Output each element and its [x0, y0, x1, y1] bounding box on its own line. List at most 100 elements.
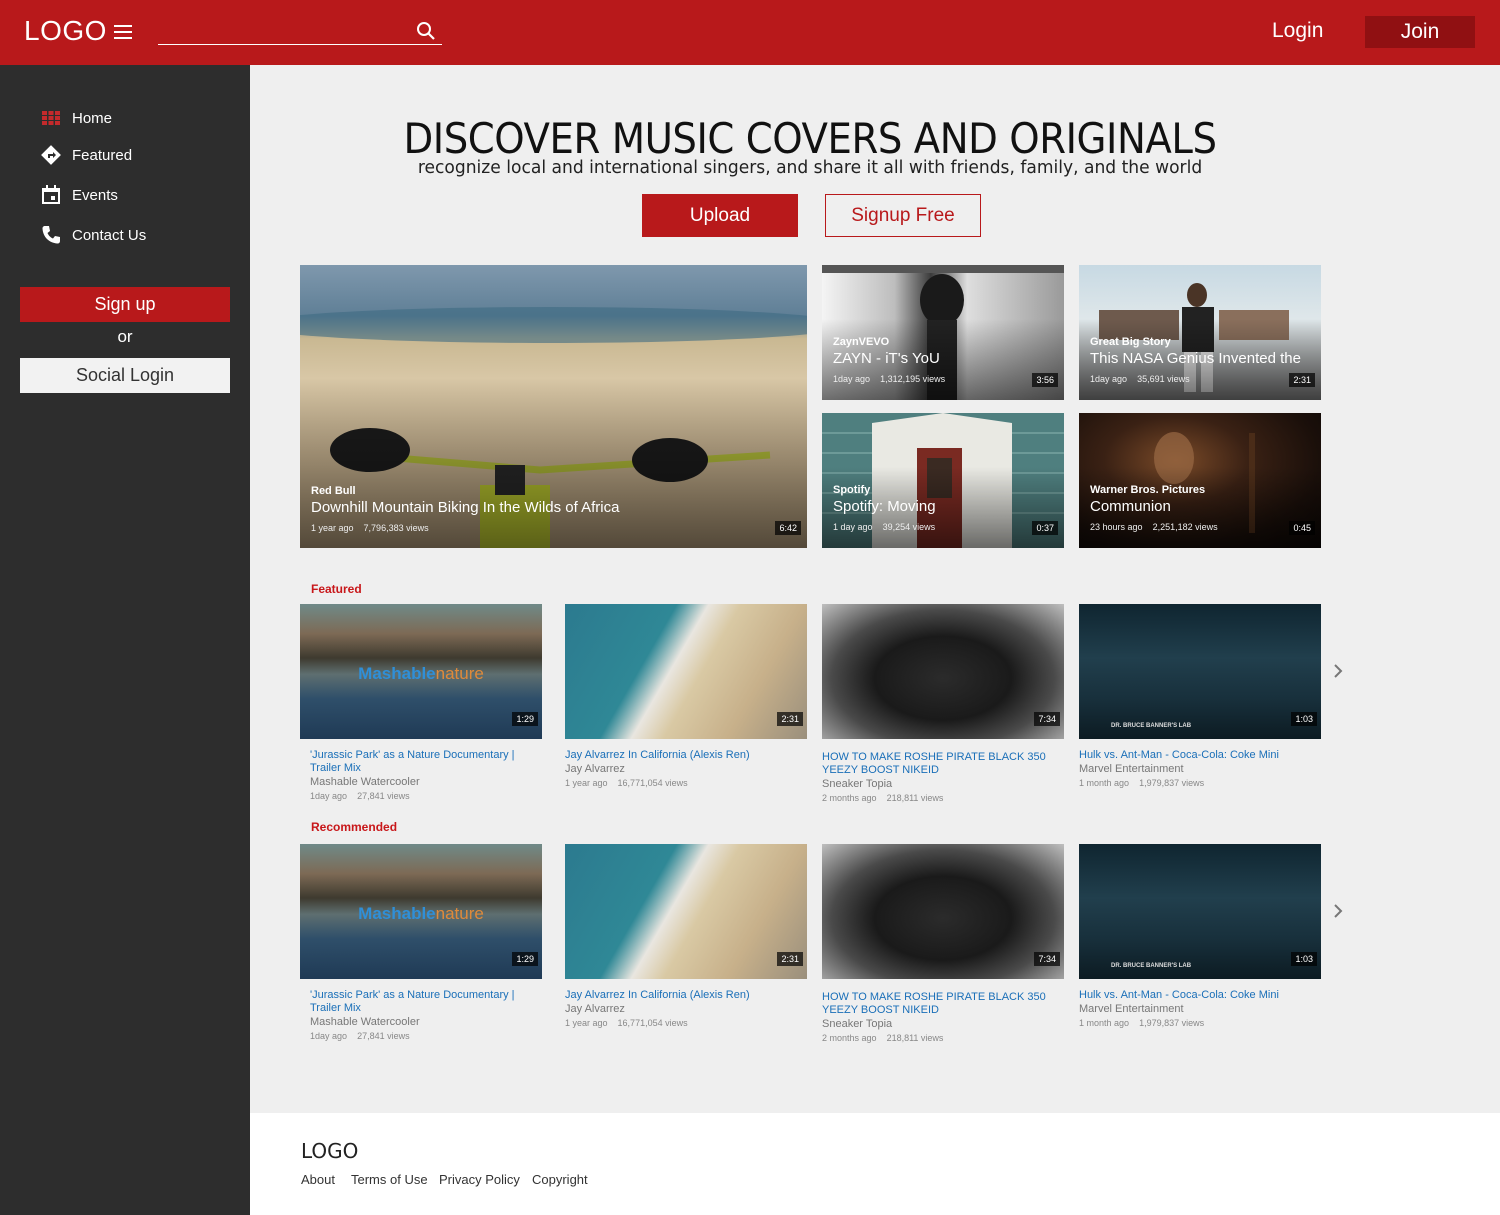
tile-title: ZAYN - iT's YoU — [833, 350, 940, 367]
video-thumbnail[interactable]: 7:34 — [822, 844, 1064, 979]
tile-meta: 1 year ago 7,796,383 views — [311, 523, 429, 533]
footer-link-terms[interactable]: Terms of Use — [351, 1172, 428, 1187]
video-tile-spotify[interactable]: Spotify Spotify: Moving 1 day ago 39,254… — [822, 413, 1064, 548]
tile-channel: Warner Bros. Pictures — [1090, 484, 1206, 496]
video-tile-featured[interactable]: Red Bull Downhill Mountain Biking In the… — [300, 265, 807, 548]
sidebar-item-home[interactable]: Home — [40, 106, 112, 130]
lab-caption: DR. BRUCE BANNER'S LAB — [1111, 723, 1192, 729]
video-meta: 1day ago 27,841 views — [310, 1031, 410, 1041]
featured-next-arrow-icon[interactable] — [1332, 663, 1344, 679]
video-title-link[interactable]: Hulk vs. Ant-Man - Coca-Cola: Coke Mini — [1079, 989, 1321, 1002]
video-duration: 1:29 — [512, 952, 538, 966]
sidebar-signup-button[interactable]: Sign up — [20, 287, 230, 322]
video-thumbnail[interactable]: 2:31 — [565, 844, 807, 979]
tile-duration: 0:37 — [1032, 521, 1058, 535]
footer-link-privacy[interactable]: Privacy Policy — [439, 1172, 520, 1187]
footer: LOGO About Terms of Use Privacy Policy C… — [250, 1113, 1500, 1215]
video-channel[interactable]: Sneaker Topia — [822, 1018, 1064, 1030]
video-duration: 7:34 — [1034, 952, 1060, 966]
mashable-nature-logo: Mashablenature — [358, 904, 484, 923]
video-card: 2:31 Jay Alvarrez In California (Alexis … — [565, 844, 807, 1028]
video-tile-nasa[interactable]: Great Big Story This NASA Genius Invente… — [1079, 265, 1321, 400]
tile-channel: Red Bull — [311, 485, 356, 497]
video-meta: 1 month ago 1,979,837 views — [1079, 778, 1205, 788]
video-channel[interactable]: Mashable Watercooler — [300, 1016, 542, 1028]
tile-meta: 1 day ago 39,254 views — [833, 522, 936, 532]
video-duration: 2:31 — [777, 952, 803, 966]
video-thumbnail[interactable]: 2:31 — [565, 604, 807, 739]
calendar-icon — [40, 184, 62, 206]
video-tile-zayn[interactable]: ZaynVEVO ZAYN - iT's YoU 1day ago 1,312,… — [822, 265, 1064, 400]
sidebar-item-events[interactable]: Events — [40, 183, 118, 207]
direction-sign-icon — [40, 144, 62, 166]
video-meta: 1day ago 27,841 views — [310, 791, 410, 801]
tile-channel: Spotify — [833, 484, 871, 496]
recommended-section-label: Recommended — [311, 820, 398, 834]
video-thumbnail[interactable]: DR. BRUCE BANNER'S LAB 1:03 — [1079, 844, 1321, 979]
video-meta: 2 months ago 218,811 views — [822, 1033, 944, 1043]
social-login-button[interactable]: Social Login — [20, 358, 230, 393]
tile-title: This NASA Genius Invented the — [1090, 350, 1301, 367]
mashable-nature-logo: Mashablenature — [358, 664, 484, 683]
video-card: DR. BRUCE BANNER'S LAB 1:03 Hulk vs. Ant… — [1079, 604, 1321, 788]
video-title-link[interactable]: Hulk vs. Ant-Man - Coca-Cola: Coke Mini — [1079, 749, 1321, 762]
phone-icon — [40, 224, 62, 246]
tile-duration: 0:45 — [1289, 521, 1315, 535]
featured-section-label: Featured — [311, 582, 362, 596]
video-title-link[interactable]: 'Jurassic Park' as a Nature Documentary … — [300, 749, 542, 775]
video-thumbnail[interactable]: Mashablenature 1:29 — [300, 604, 542, 739]
video-tile-communion[interactable]: Warner Bros. Pictures Communion 23 hours… — [1079, 413, 1321, 548]
video-thumbnail[interactable]: Mashablenature 1:29 — [300, 844, 542, 979]
search-input[interactable] — [158, 18, 408, 43]
tile-meta: 1day ago 1,312,195 views — [833, 374, 946, 384]
sidebar-item-featured[interactable]: Featured — [40, 143, 132, 167]
tile-title: Downhill Mountain Biking In the Wilds of… — [311, 499, 620, 516]
tile-title: Communion — [1090, 498, 1171, 515]
video-meta: 1 year ago 16,771,054 views — [565, 778, 688, 788]
video-title-link[interactable]: HOW TO MAKE ROSHE PIRATE BLACK 350 YEEZY… — [822, 991, 1064, 1017]
video-title-link[interactable]: Jay Alvarrez In California (Alexis Ren) — [565, 749, 807, 762]
video-duration: 1:29 — [512, 712, 538, 726]
video-duration: 2:31 — [777, 712, 803, 726]
hero-subtitle: recognize local and international singer… — [417, 157, 1203, 178]
or-divider-text: or — [117, 327, 133, 346]
tile-duration: 2:31 — [1289, 373, 1315, 387]
video-channel[interactable]: Sneaker Topia — [822, 778, 1064, 790]
video-title-link[interactable]: HOW TO MAKE ROSHE PIRATE BLACK 350 YEEZY… — [822, 751, 1064, 777]
video-thumbnail[interactable]: 7:34 — [822, 604, 1064, 739]
video-card: 7:34 HOW TO MAKE ROSHE PIRATE BLACK 350 … — [822, 844, 1064, 1043]
video-card: 7:34 HOW TO MAKE ROSHE PIRATE BLACK 350 … — [822, 604, 1064, 803]
tile-title: Spotify: Moving — [833, 498, 936, 515]
footer-logo[interactable]: LOGO — [301, 1139, 358, 1163]
video-thumbnail[interactable]: DR. BRUCE BANNER'S LAB 1:03 — [1079, 604, 1321, 739]
tile-meta: 1day ago 35,691 views — [1090, 374, 1190, 384]
video-title-link[interactable]: 'Jurassic Park' as a Nature Documentary … — [300, 989, 542, 1015]
logo[interactable]: LOGO — [24, 15, 107, 47]
video-card: Mashablenature 1:29 'Jurassic Park' as a… — [300, 604, 542, 801]
footer-link-about[interactable]: About — [301, 1172, 335, 1187]
tile-channel: ZaynVEVO — [833, 336, 890, 348]
upload-button[interactable]: Upload — [642, 194, 798, 237]
video-channel[interactable]: Marvel Entertainment — [1079, 763, 1321, 775]
hamburger-menu-icon[interactable] — [114, 25, 132, 39]
sidebar-item-contact-us[interactable]: Contact Us — [40, 223, 146, 247]
video-channel[interactable]: Mashable Watercooler — [300, 776, 542, 788]
video-channel[interactable]: Marvel Entertainment — [1079, 1003, 1321, 1015]
video-title-link[interactable]: Jay Alvarrez In California (Alexis Ren) — [565, 989, 807, 1002]
login-link[interactable]: Login — [1272, 19, 1323, 43]
video-meta: 1 year ago 16,771,054 views — [565, 1018, 688, 1028]
search-bar — [158, 18, 442, 45]
video-meta: 1 month ago 1,979,837 views — [1079, 1018, 1205, 1028]
grid-icon — [40, 107, 62, 129]
join-button[interactable]: Join — [1365, 16, 1475, 48]
video-channel[interactable]: Jay Alvarrez — [565, 763, 807, 775]
tile-meta: 23 hours ago 2,251,182 views — [1090, 522, 1218, 532]
search-icon[interactable] — [416, 21, 436, 46]
lab-caption: DR. BRUCE BANNER'S LAB — [1111, 963, 1192, 969]
signup-free-button[interactable]: Signup Free — [825, 194, 981, 237]
sidebar-item-label: Featured — [72, 146, 133, 164]
video-meta: 2 months ago 218,811 views — [822, 793, 944, 803]
recommended-next-arrow-icon[interactable] — [1332, 903, 1344, 919]
video-channel[interactable]: Jay Alvarrez — [565, 1003, 807, 1015]
footer-link-copyright[interactable]: Copyright — [532, 1172, 588, 1187]
